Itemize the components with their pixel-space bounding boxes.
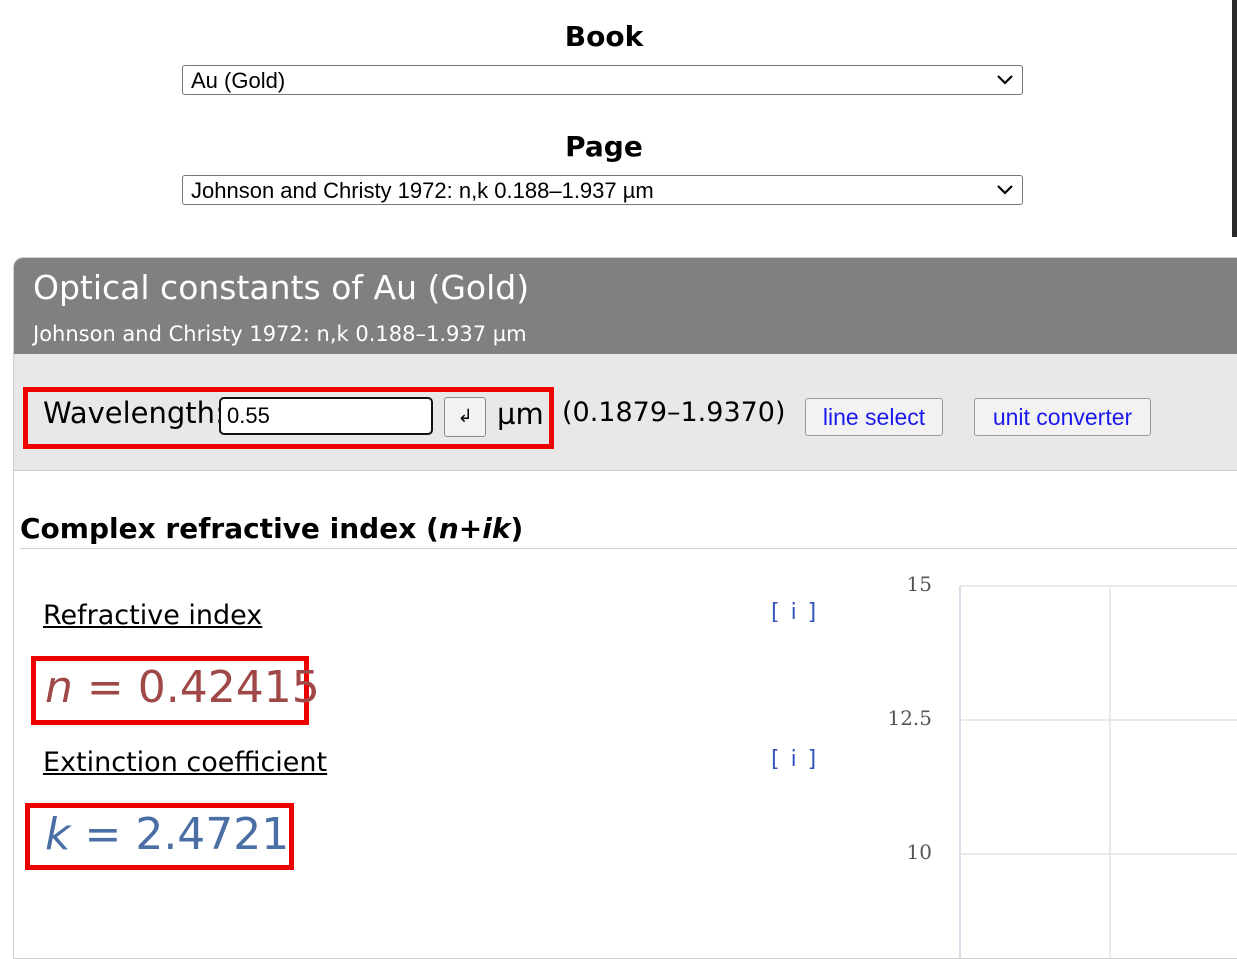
window-edge	[1232, 0, 1237, 237]
chevron-down-icon	[997, 185, 1013, 195]
page-label: Page	[565, 130, 643, 163]
page-select-value: Johnson and Christy 1972: n,k 0.188–1.93…	[191, 178, 654, 203]
chart-y-tick-label: 12.5	[887, 706, 932, 730]
optical-constants-panel: Optical constants of Au (Gold) Johnson a…	[13, 257, 1237, 959]
book-select-value: Au (Gold)	[191, 68, 286, 93]
chart-y-tick-label: 10	[906, 840, 932, 864]
book-select[interactable]: Au (Gold)	[182, 65, 1023, 95]
chart-y-tick-label: 15	[906, 572, 932, 596]
chevron-down-icon	[997, 75, 1013, 85]
nk-chart	[959, 585, 1237, 958]
book-label: Book	[564, 20, 644, 53]
page-select[interactable]: Johnson and Christy 1972: n,k 0.188–1.93…	[182, 175, 1023, 205]
